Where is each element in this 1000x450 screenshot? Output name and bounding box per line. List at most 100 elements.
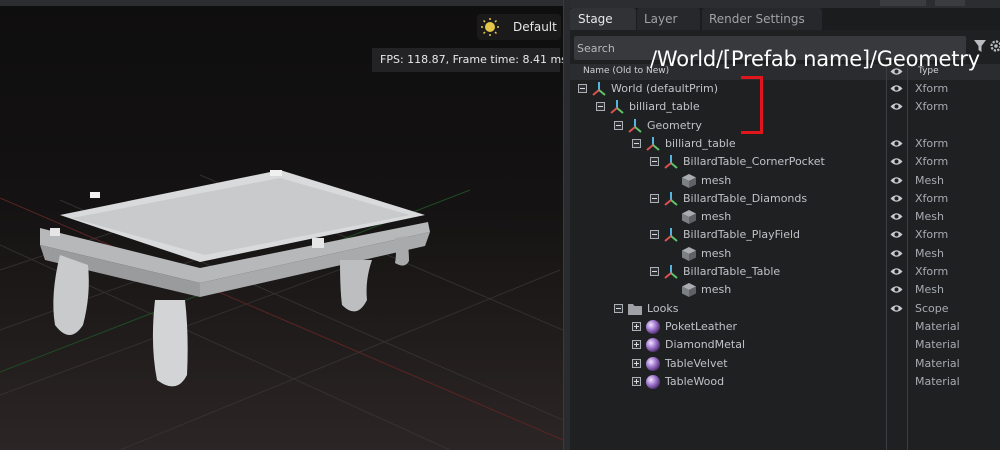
toolbar-stub [880, 0, 926, 6]
visibility-eye-icon[interactable] [890, 138, 903, 149]
tree-row[interactable]: mesh Mesh [570, 208, 1000, 226]
tree-row[interactable]: Geometry [570, 117, 1000, 135]
tree-row-type: Mesh [915, 174, 944, 187]
material-sphere-icon [645, 319, 661, 335]
xform-icon [663, 154, 679, 170]
visibility-eye-icon[interactable] [890, 156, 903, 167]
panel-splitter[interactable] [563, 0, 570, 450]
tree-row[interactable]: BillardTable_PlayField Xform [570, 226, 1000, 244]
tree-row-type: Xform [915, 137, 949, 150]
tree-row-type: Mesh [915, 283, 944, 296]
visibility-eye-icon[interactable] [890, 193, 903, 204]
tree-row-type: Xform [915, 82, 949, 95]
visibility-eye-icon[interactable] [890, 229, 903, 240]
mesh-icon [681, 282, 697, 298]
tree-row-label: Geometry [647, 119, 702, 132]
tree-row-type: Material [915, 338, 960, 351]
tree-row[interactable]: World (defaultPrim) Xform [570, 80, 1000, 98]
mesh-icon [681, 246, 697, 262]
light-bulb-icon [477, 14, 503, 40]
expand-toggle[interactable] [650, 267, 659, 276]
fps-readout: FPS: 118.87, Frame time: 8.41 ms [372, 48, 563, 72]
tree-row-label: BillardTable_PlayField [683, 228, 801, 241]
tree-row-label: DiamondMetal [665, 338, 746, 351]
tree-row-label: BillardTable_Diamonds [683, 192, 808, 205]
xform-icon [663, 191, 679, 207]
tree-row-type: Xform [915, 265, 949, 278]
visibility-eye-icon[interactable] [890, 266, 903, 277]
expand-toggle[interactable] [632, 139, 641, 148]
tree-row-type: Material [915, 320, 960, 333]
tree-row[interactable]: DiamondMetal Material [570, 336, 1000, 354]
tree-row[interactable]: BillardTable_Table Xform [570, 263, 1000, 281]
tree-row-label: Looks [647, 302, 679, 315]
visibility-eye-icon[interactable] [890, 248, 903, 259]
tab-render-settings[interactable]: Render Settings [702, 8, 822, 30]
panel-top-strip [570, 0, 1000, 8]
billiard-table-model [40, 170, 430, 387]
expand-toggle[interactable] [614, 121, 623, 130]
tree-row[interactable]: BillardTable_Diamonds Xform [570, 190, 1000, 208]
visibility-eye-icon[interactable] [890, 175, 903, 186]
xform-icon [609, 99, 625, 115]
expand-toggle[interactable] [632, 322, 641, 331]
path-annotation-label: /World/[Prefab name]/Geometry [650, 47, 980, 71]
tree-row-label: World (defaultPrim) [611, 82, 719, 95]
expand-toggle[interactable] [650, 194, 659, 203]
expand-toggle[interactable] [578, 84, 587, 93]
visibility-eye-icon[interactable] [890, 284, 903, 295]
panel-tab-bar: Stage Layer Render Settings [570, 8, 1000, 30]
tree-row-label: billiard_table [665, 137, 736, 150]
expand-toggle[interactable] [650, 230, 659, 239]
tree-row-type: Material [915, 357, 960, 370]
tree-row[interactable]: billiard_table Xform [570, 98, 1000, 116]
xform-icon [663, 227, 679, 243]
tree-row-label: PoketLeather [665, 320, 738, 333]
expand-toggle[interactable] [632, 340, 641, 349]
toolbar-stub [935, 0, 965, 6]
tree-row-label: BillardTable_CornerPocket [683, 155, 825, 168]
visibility-eye-icon[interactable] [890, 83, 903, 94]
visibility-eye-icon[interactable] [890, 303, 903, 314]
tree-row-type: Xform [915, 155, 949, 168]
tree-row[interactable]: mesh Mesh [570, 281, 1000, 299]
tree-row-label: mesh [701, 283, 732, 296]
tree-row[interactable]: mesh Mesh [570, 245, 1000, 263]
tab-stage[interactable]: Stage [570, 8, 636, 30]
xform-icon [627, 118, 643, 134]
tree-row[interactable]: mesh Mesh [570, 172, 1000, 190]
tree-row[interactable]: Looks Scope [570, 300, 1000, 318]
tree-row[interactable]: PoketLeather Material [570, 318, 1000, 336]
tree-row[interactable]: billiard_table Xform [570, 135, 1000, 153]
mesh-icon [681, 173, 697, 189]
tree-row[interactable]: TableWood Material [570, 373, 1000, 391]
tree-row-label: TableWood [665, 375, 725, 388]
expand-toggle[interactable] [614, 304, 623, 313]
material-sphere-icon [645, 374, 661, 390]
tree-row[interactable]: TableVelvet Material [570, 355, 1000, 373]
3d-viewport[interactable]: Default FPS: 118.87, Frame time: 8.41 ms [0, 0, 563, 450]
material-sphere-icon [645, 337, 661, 353]
camera-selector[interactable]: Default [477, 14, 561, 40]
tree-row-type: Material [915, 375, 960, 388]
expand-toggle[interactable] [596, 102, 605, 111]
tree-row-label: mesh [701, 247, 732, 260]
expand-toggle[interactable] [632, 359, 641, 368]
tree-row-label: mesh [701, 210, 732, 223]
tab-layer[interactable]: Layer [637, 8, 700, 30]
app-window: Default FPS: 118.87, Frame time: 8.41 ms… [0, 0, 1000, 450]
mesh-icon [681, 209, 697, 225]
expand-toggle[interactable] [650, 157, 659, 166]
gear-icon[interactable] [989, 37, 1000, 55]
tree-row-label: mesh [701, 174, 732, 187]
tree-row[interactable]: BillardTable_CornerPocket Xform [570, 153, 1000, 171]
expand-toggle[interactable] [632, 377, 641, 386]
tree-row-label: billiard_table [629, 100, 700, 113]
visibility-eye-icon[interactable] [890, 101, 903, 112]
material-sphere-icon [645, 356, 661, 372]
xform-icon [645, 136, 661, 152]
tree-row-type: Mesh [915, 210, 944, 223]
tree-row-type: Mesh [915, 247, 944, 260]
visibility-eye-icon[interactable] [890, 211, 903, 222]
tree-row-label: BillardTable_Table [683, 265, 781, 278]
